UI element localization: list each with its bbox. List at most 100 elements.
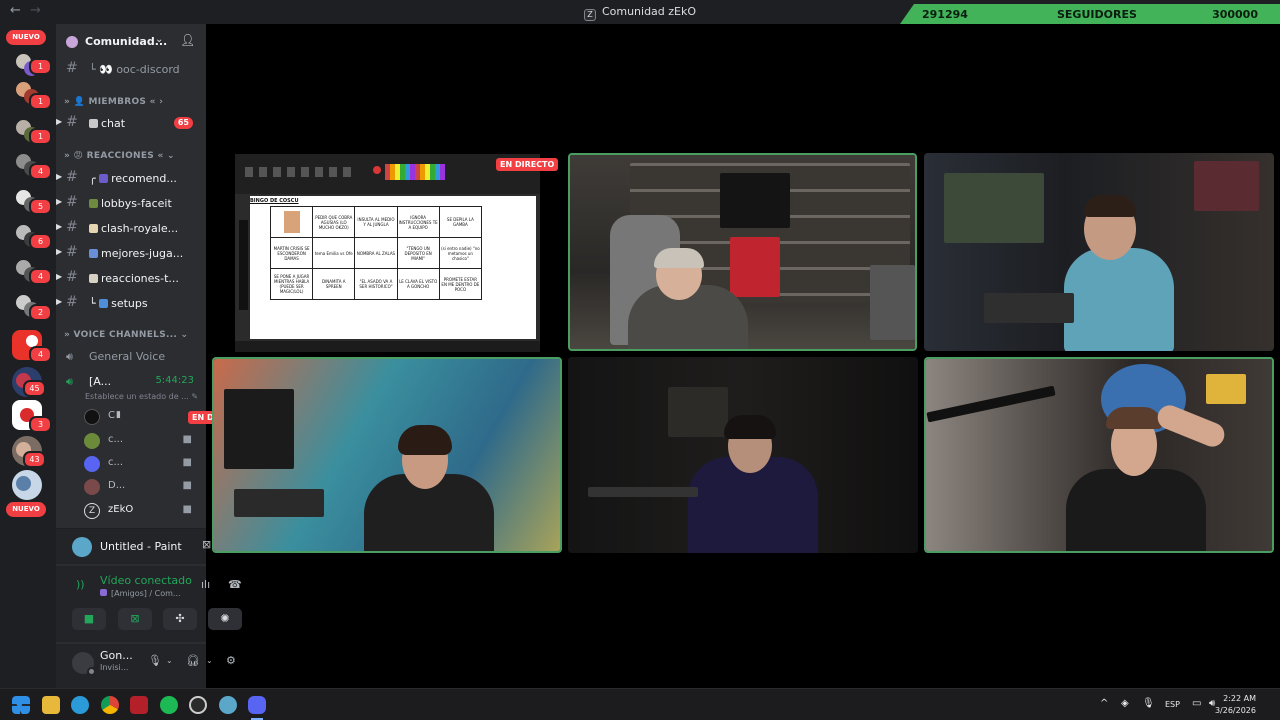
chevron-down-icon[interactable]: ⌄ bbox=[206, 656, 213, 665]
caret-right-icon: ▶ bbox=[56, 272, 63, 281]
paint-icon[interactable] bbox=[219, 696, 237, 714]
hash-icon: # bbox=[66, 60, 78, 76]
bingo-cell: IGNORA INSTRUCCIONES TE A EQUIPO bbox=[396, 206, 440, 238]
channel-name: mejores-juga... bbox=[101, 247, 184, 260]
connection-channel[interactable]: [Amigos] / Com... bbox=[100, 589, 181, 598]
discord-icon[interactable] bbox=[248, 696, 266, 714]
noise-suppression-icon[interactable]: ılı bbox=[201, 578, 210, 591]
channel-item[interactable]: ▶ # clash-royale... bbox=[56, 218, 206, 238]
server-mention-badge: 1 bbox=[29, 93, 52, 110]
microphone-icon[interactable]: 🎙︎ bbox=[1142, 698, 1155, 709]
network-icon[interactable]: ▭ bbox=[1192, 698, 1201, 709]
category-miembros[interactable]: » 👤 MIEMBROS « › bbox=[64, 97, 163, 107]
voice-member[interactable]: c... ■ bbox=[84, 431, 206, 451]
guild-header[interactable]: Comunidad... ⌄ 👤︎ bbox=[56, 24, 206, 60]
windows-start-icon[interactable] bbox=[12, 696, 30, 714]
bingo-cell: PROMETE ESTAR EN ME DENTRO DE POCO bbox=[438, 268, 483, 300]
voice-member[interactable]: c... ■ bbox=[84, 454, 206, 474]
clock[interactable]: 2:22 AM 3/26/2026 bbox=[1215, 693, 1256, 717]
microphone-icon[interactable]: 🎙︎ bbox=[148, 654, 162, 667]
disconnect-icon[interactable]: ☎ bbox=[228, 578, 242, 591]
language-indicator[interactable]: ESP bbox=[1165, 700, 1180, 709]
activities-button[interactable]: ✣ bbox=[163, 608, 197, 630]
follower-goal-bar: 291294 SEGUIDORES 300000 bbox=[900, 4, 1280, 24]
steam-icon[interactable]: ◈ bbox=[1121, 698, 1129, 709]
channel-item[interactable]: ▶ # ╭ recomend... bbox=[56, 168, 206, 188]
chrome-icon[interactable] bbox=[101, 696, 119, 714]
channel-item[interactable]: ▶ # mejores-juga... bbox=[56, 243, 206, 263]
signal-icon[interactable]: )) bbox=[76, 578, 85, 591]
voice-channel-general[interactable]: 🔊︎ General Voice bbox=[56, 347, 206, 367]
headphones-icon[interactable]: 🎧︎ bbox=[186, 654, 200, 667]
channel-name: reacciones-t... bbox=[101, 272, 179, 285]
category-reacciones[interactable]: » 😡 REACCIONES « ⌄ bbox=[64, 151, 175, 161]
bingo-cell: SE PONE A JUGAR MIENTRAS HABLA (PUEDE SE… bbox=[269, 268, 314, 300]
channel-item[interactable]: ▶ # chat 65 bbox=[56, 113, 206, 133]
username[interactable]: Gon... bbox=[100, 649, 133, 662]
server-mention-badge: 2 bbox=[29, 304, 52, 321]
member-name: D... bbox=[108, 480, 126, 491]
soundboard-button[interactable]: ✺ bbox=[208, 608, 242, 630]
bingo-grid: PEDIR QUE COBRA AGUSIAS (LO MUCHO OKZO) … bbox=[269, 206, 483, 300]
app-icon[interactable] bbox=[189, 696, 207, 714]
server-icon[interactable] bbox=[12, 470, 42, 500]
avatar bbox=[84, 409, 100, 425]
video-tile[interactable] bbox=[924, 153, 1274, 351]
voice-member[interactable]: D... ■ bbox=[84, 477, 206, 497]
stop-stream-icon[interactable]: ⊠ bbox=[202, 538, 211, 551]
call-timer: 5:44:23 bbox=[155, 375, 194, 386]
avatar bbox=[84, 433, 100, 449]
member-name: c... bbox=[108, 457, 124, 468]
voice-member[interactable]: Z zEkO ■ bbox=[84, 501, 206, 521]
screenshare-button[interactable]: ⊠ bbox=[118, 608, 152, 630]
video-tile[interactable] bbox=[568, 357, 918, 553]
channel-item[interactable]: ▶ # lobbys-faceit bbox=[56, 193, 206, 213]
video-tile[interactable] bbox=[212, 357, 562, 553]
app-icon[interactable] bbox=[130, 696, 148, 714]
screenshare-tile[interactable]: BINGO DE COSCU PEDIR QUE COBRA AGUSIAS (… bbox=[235, 154, 540, 352]
bingo-cell: PEDIR QUE COBRA AGUSIAS (LO MUCHO OKZO) bbox=[312, 206, 356, 238]
gear-icon[interactable]: ⚙ bbox=[226, 654, 236, 667]
clock-time: 2:22 AM bbox=[1223, 694, 1256, 703]
server-mention-badge: 5 bbox=[29, 198, 52, 215]
bingo-title: BINGO DE COSCU bbox=[250, 198, 299, 204]
spotify-icon[interactable] bbox=[160, 696, 178, 714]
speaker-icon: 🔊︎ bbox=[66, 350, 73, 363]
follower-current: 291294 bbox=[922, 8, 968, 21]
hash-icon: # bbox=[66, 269, 78, 285]
paint-toolbar bbox=[235, 154, 540, 194]
bingo-cell: "TENGO UN DEPOSITO EN MIAMI" bbox=[396, 237, 440, 269]
camera-icon: ■ bbox=[182, 504, 192, 515]
new-badge: NUEVO bbox=[6, 502, 46, 517]
voice-channel-amigos[interactable]: 🔊︎ [A... 5:44:23 bbox=[56, 372, 206, 392]
taskbar: ^ ◈ 🎙︎ ESP ▭ 🔊︎ 2:22 AM 3/26/2026 bbox=[0, 688, 1280, 720]
add-member-icon[interactable]: 👤︎ bbox=[180, 33, 195, 47]
server-mention-badge: 4 bbox=[29, 346, 52, 363]
chevron-down-icon[interactable]: ⌄ bbox=[155, 34, 163, 45]
edge-icon[interactable] bbox=[71, 696, 89, 714]
bingo-cell: INSULTA AL MEDIO Y AL JUNGLA bbox=[354, 206, 398, 238]
window-title-text: Comunidad zEkO bbox=[601, 5, 697, 18]
camera-button[interactable]: ■ bbox=[72, 608, 106, 630]
channel-item[interactable]: ▶ # reacciones-t... bbox=[56, 268, 206, 288]
channel-item[interactable]: ▶ # └ setups bbox=[56, 293, 206, 313]
set-status-prompt[interactable]: Establece un estado de ... ✎ bbox=[85, 392, 198, 401]
bingo-cell: NOMBRA AL ZALAS bbox=[354, 237, 398, 269]
guild-icon bbox=[66, 36, 78, 48]
video-tile[interactable] bbox=[568, 153, 917, 351]
file-explorer-icon[interactable] bbox=[42, 696, 60, 714]
channel-item[interactable]: # └ 👀 ooc-discord bbox=[56, 59, 206, 79]
video-tile[interactable] bbox=[924, 357, 1274, 553]
chevron-up-icon[interactable]: ^ bbox=[1100, 698, 1108, 709]
caret-right-icon: ▶ bbox=[56, 117, 63, 126]
user-status: Invisi... bbox=[100, 663, 129, 672]
server-mention-badge: 4 bbox=[29, 268, 52, 285]
connection-status[interactable]: Vídeo conectado bbox=[100, 574, 192, 587]
paint-canvas[interactable]: BINGO DE COSCU PEDIR QUE COBRA AGUSIAS (… bbox=[250, 196, 536, 339]
mention-count-badge: 65 bbox=[173, 117, 193, 129]
chevron-down-icon[interactable]: ⌄ bbox=[166, 656, 173, 665]
caret-right-icon: ▶ bbox=[56, 247, 63, 256]
channel-name: clash-royale... bbox=[101, 222, 179, 235]
category-voice-channels[interactable]: » VOICE CHANNELS... ⌄ bbox=[64, 330, 188, 340]
bingo-cell: MARTIN CRISIS SE ESCONDERON DAMAS bbox=[269, 237, 314, 269]
